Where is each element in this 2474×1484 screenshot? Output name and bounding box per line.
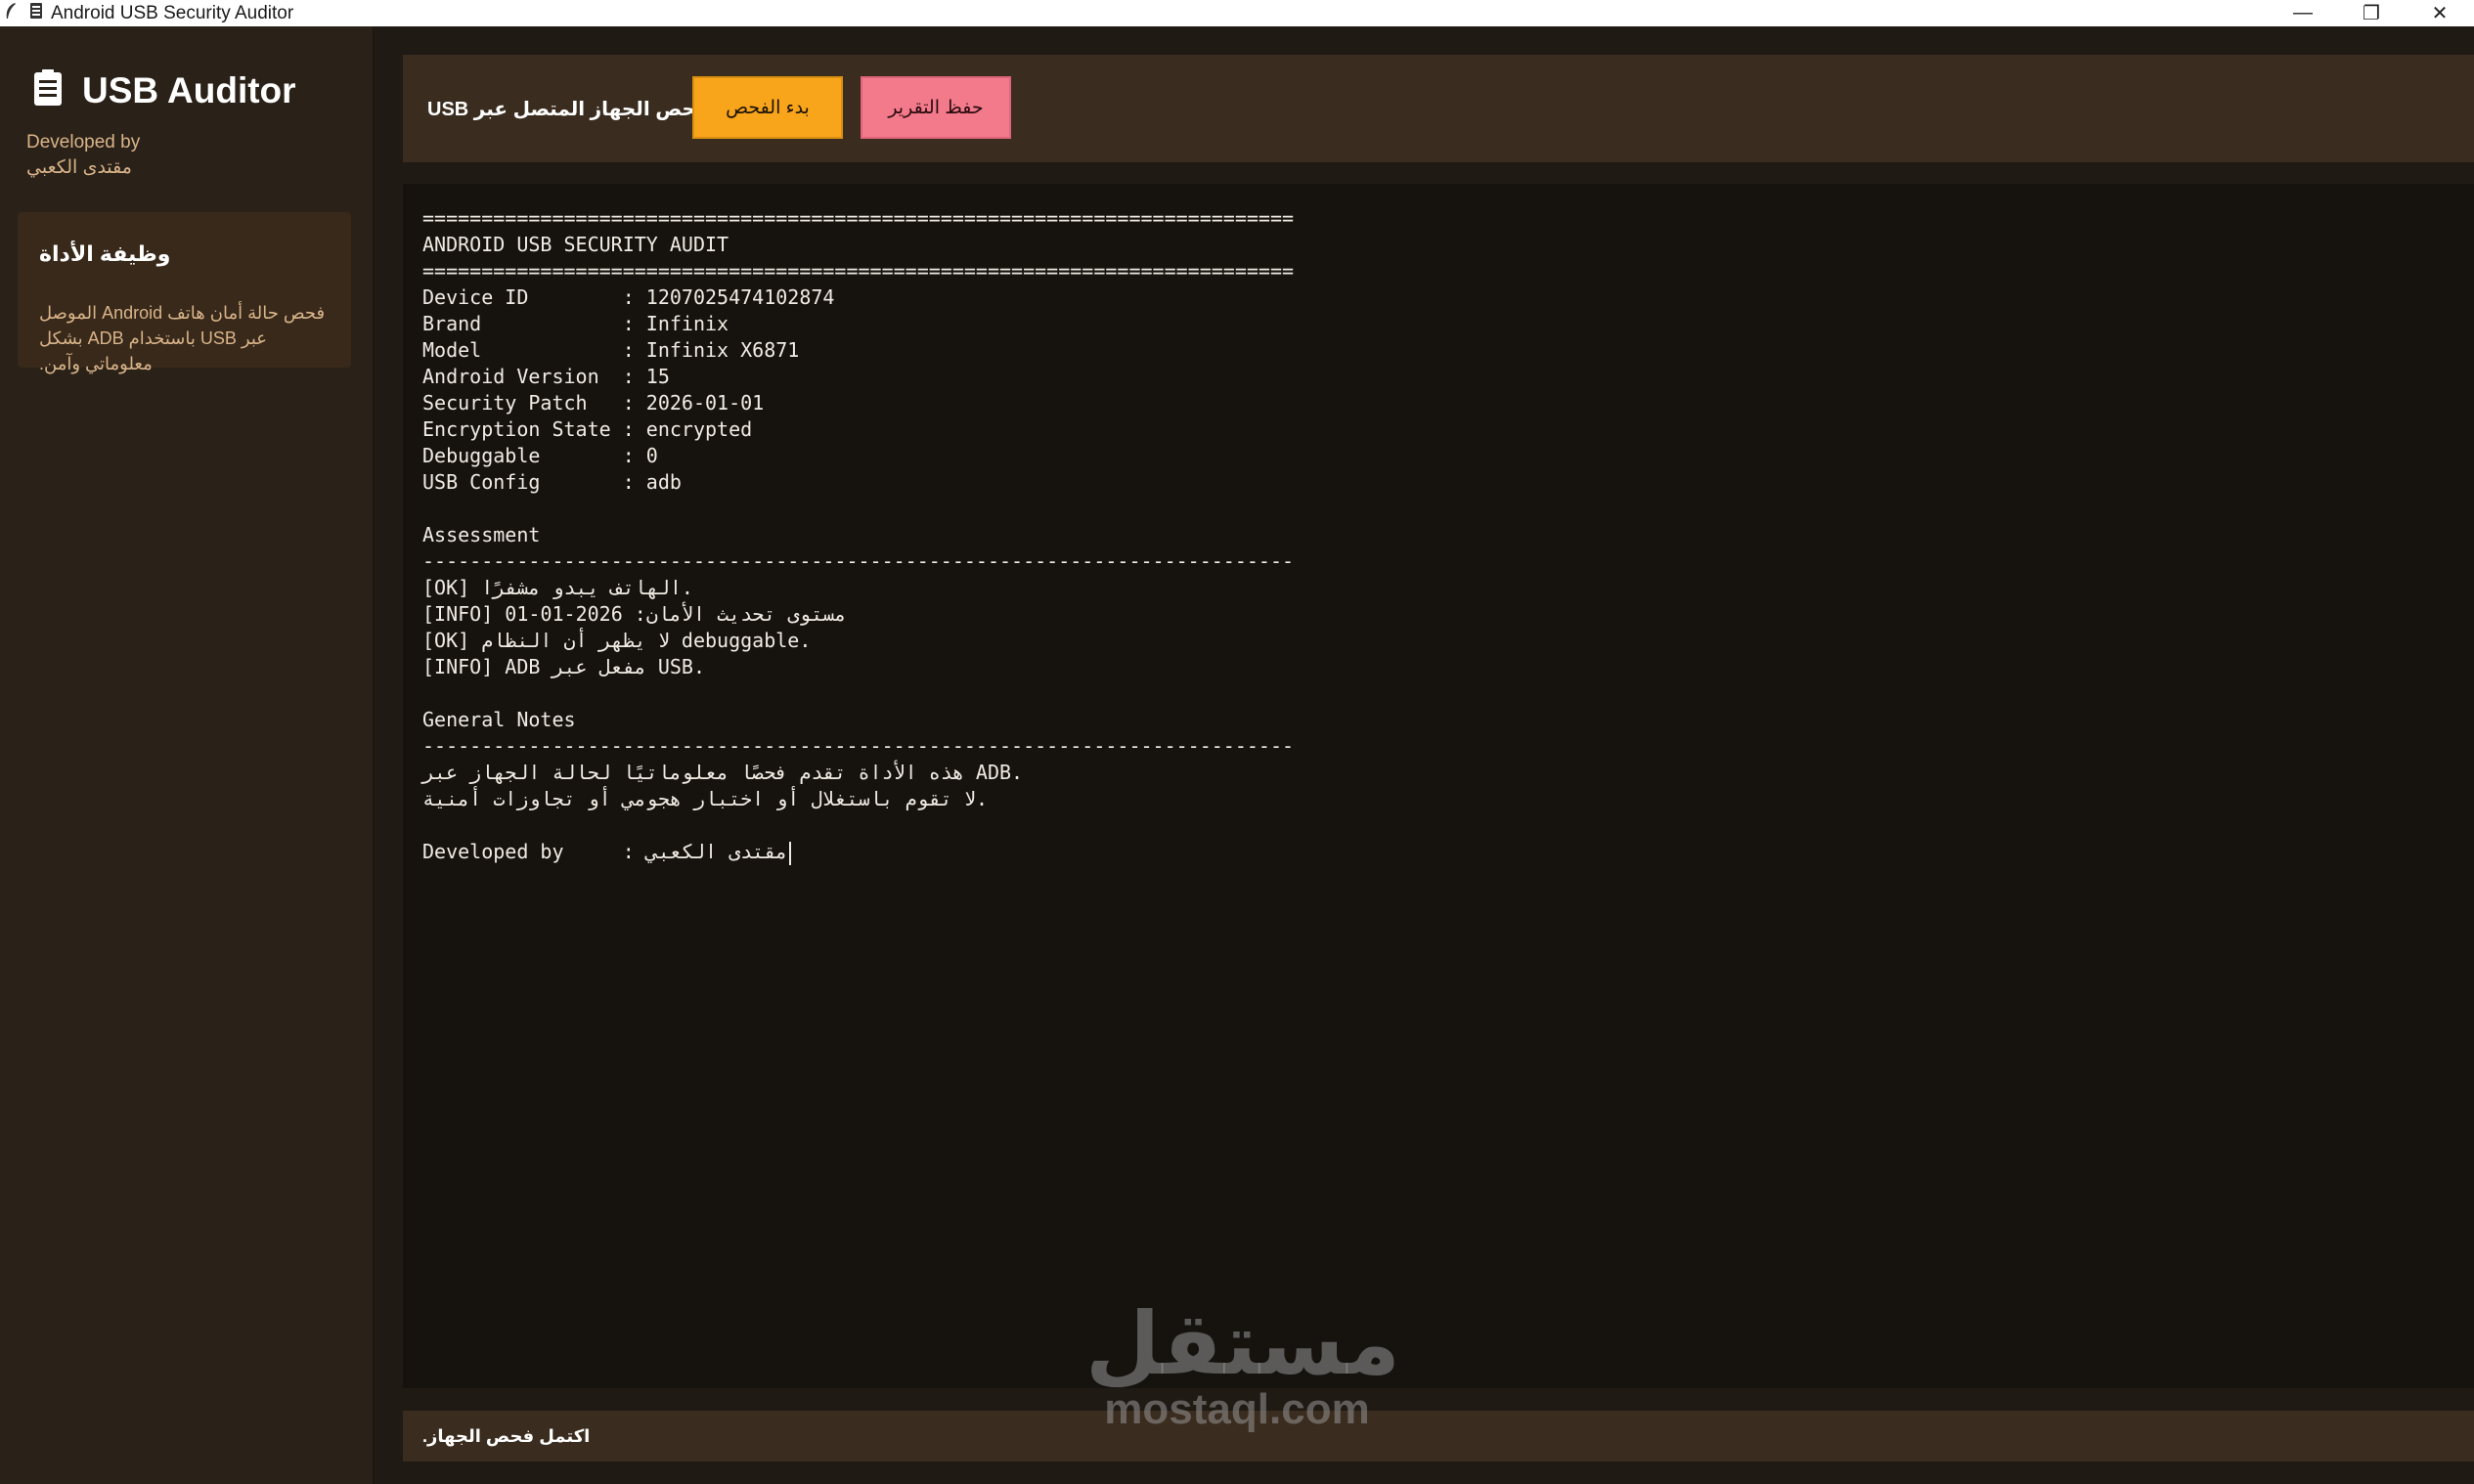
report-line: USB Config : adb (422, 470, 682, 494)
watermark-arabic: مستقل (1085, 1295, 1400, 1392)
status-bar: اكتمل فحص الجهاز. (403, 1411, 2474, 1462)
card-title: وظيفة الأداة (39, 241, 171, 266)
report-line: [INFO] ADB مفعل عبر USB. (422, 655, 705, 678)
feather-icon (4, 2, 18, 24)
report-line: Developed by : مقتدى الكعبي (422, 839, 1294, 865)
report-line: Debuggable : 0 (422, 444, 658, 467)
report-line: Model : Infinix X6871 (422, 338, 800, 362)
sidebar: USB Auditor Developed by مقتدى الكعبي وظ… (0, 26, 374, 1484)
window-titlebar: Android USB Security Auditor — ❐ ✕ (0, 0, 2474, 26)
report-line: Device ID : 1207025474102874 (422, 285, 835, 309)
status-text: اكتمل فحص الجهاز. (422, 1425, 591, 1446)
developed-by-label: Developed by (26, 132, 141, 153)
watermark: مستقل mostaql.com (1085, 1295, 1400, 1433)
report-line: هذه الأداة تقدم فحصًا معلوماتيًا لحالة ا… (422, 761, 1024, 784)
report-line: ----------------------------------------… (422, 734, 1295, 758)
report-line: [INFO] مستوى تحديث الأمان: 2026-01-01 (422, 602, 847, 626)
report-line: Security Patch : 2026-01-01 (422, 391, 765, 415)
toolbar-label: فحص الجهاز المتصل عبر USB (427, 98, 710, 120)
card-description: فحص حالة أمان هاتف Android الموصل عبر US… (39, 303, 326, 373)
minimize-button[interactable]: — (2269, 0, 2337, 26)
window-controls: — ❐ ✕ (2269, 0, 2474, 26)
report-line (422, 812, 1294, 839)
report-line: [OK] الهاتف يبدو مشفرًا. (422, 576, 693, 599)
report-output[interactable]: ========================================… (403, 184, 2474, 1388)
save-report-button[interactable]: حفظ التقرير (861, 76, 1011, 139)
toolbar: فحص الجهاز المتصل عبر USB بدء الفحص حفظ … (403, 55, 2474, 162)
start-scan-button[interactable]: بدء الفحص (692, 76, 843, 139)
report-line: Android Version : 15 (422, 365, 670, 388)
titlebar-icons (0, 2, 51, 24)
report-line: ========================================… (422, 259, 1295, 283)
app-icon (29, 2, 43, 24)
report-lines: ========================================… (422, 205, 1294, 865)
window-title: Android USB Security Auditor (51, 2, 294, 23)
report-line: [OK] لا يظهر أن النظام debuggable. (422, 629, 812, 652)
report-line: لا تقوم باستغلال أو اختبار هجومي أو تجاو… (422, 787, 988, 810)
brand-title: USB Auditor (82, 69, 296, 110)
report-line: ========================================… (422, 206, 1295, 230)
tool-function-card: وظيفة الأداة فحص حالة أمان هاتف Android … (18, 212, 351, 373)
report-line: Assessment (422, 523, 541, 546)
brand: USB Auditor (33, 69, 296, 111)
report-line (422, 496, 1294, 522)
report-line: Encryption State : encrypted (422, 417, 753, 441)
report-line: ANDROID USB SECURITY AUDIT (422, 233, 729, 256)
report-line: General Notes (422, 708, 576, 731)
text-caret (789, 841, 792, 865)
clipboard-icon (33, 69, 63, 111)
close-button[interactable]: ✕ (2406, 0, 2474, 26)
report-line (422, 680, 1294, 707)
developer-info: Developed by مقتدى الكعبي (26, 130, 140, 181)
developer-name: مقتدى الكعبي (26, 157, 132, 178)
watermark-latin: mostaql.com (1104, 1385, 1370, 1433)
restore-button[interactable]: ❐ (2337, 0, 2406, 26)
report-line: ----------------------------------------… (422, 549, 1295, 573)
report-line: Brand : Infinix (422, 312, 729, 335)
